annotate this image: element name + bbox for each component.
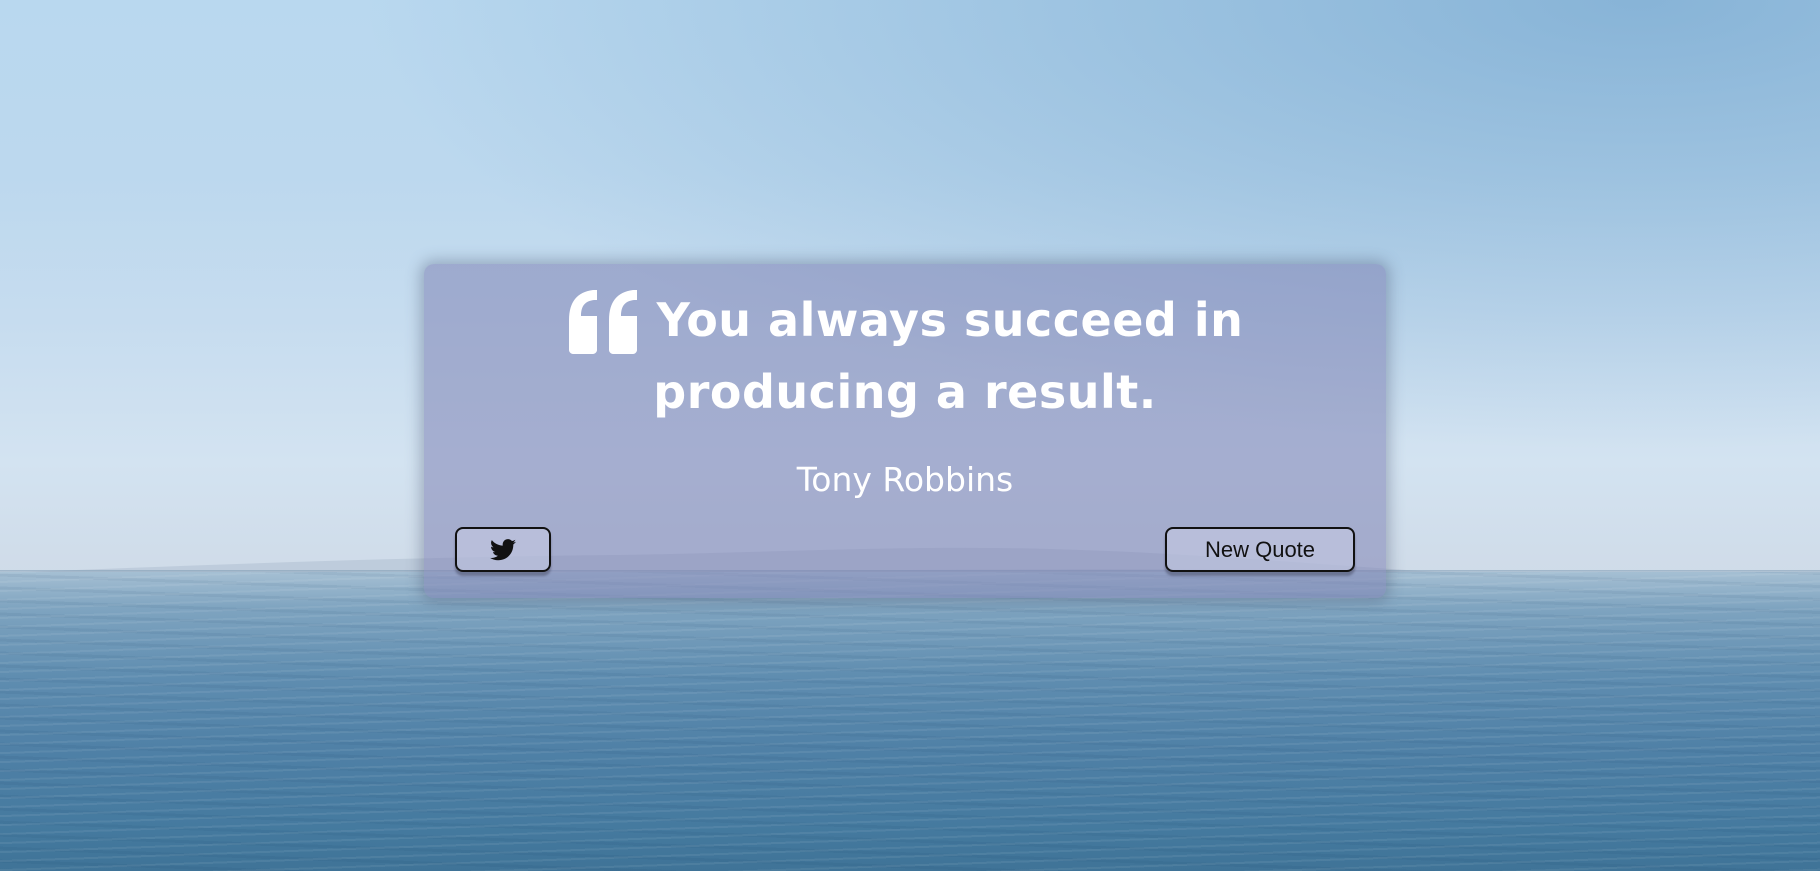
quote-author: Tony Robbins [796, 460, 1014, 499]
tweet-button[interactable] [455, 527, 551, 572]
new-quote-button[interactable]: New Quote [1165, 527, 1355, 572]
sea-background [0, 572, 1820, 871]
quote-text-container: You always succeed in producing a result… [464, 284, 1346, 428]
quote-text: You always succeed in producing a result… [653, 293, 1244, 419]
quote-left-icon [568, 290, 637, 354]
twitter-icon [490, 538, 516, 560]
quote-card: You always succeed in producing a result… [424, 264, 1386, 598]
